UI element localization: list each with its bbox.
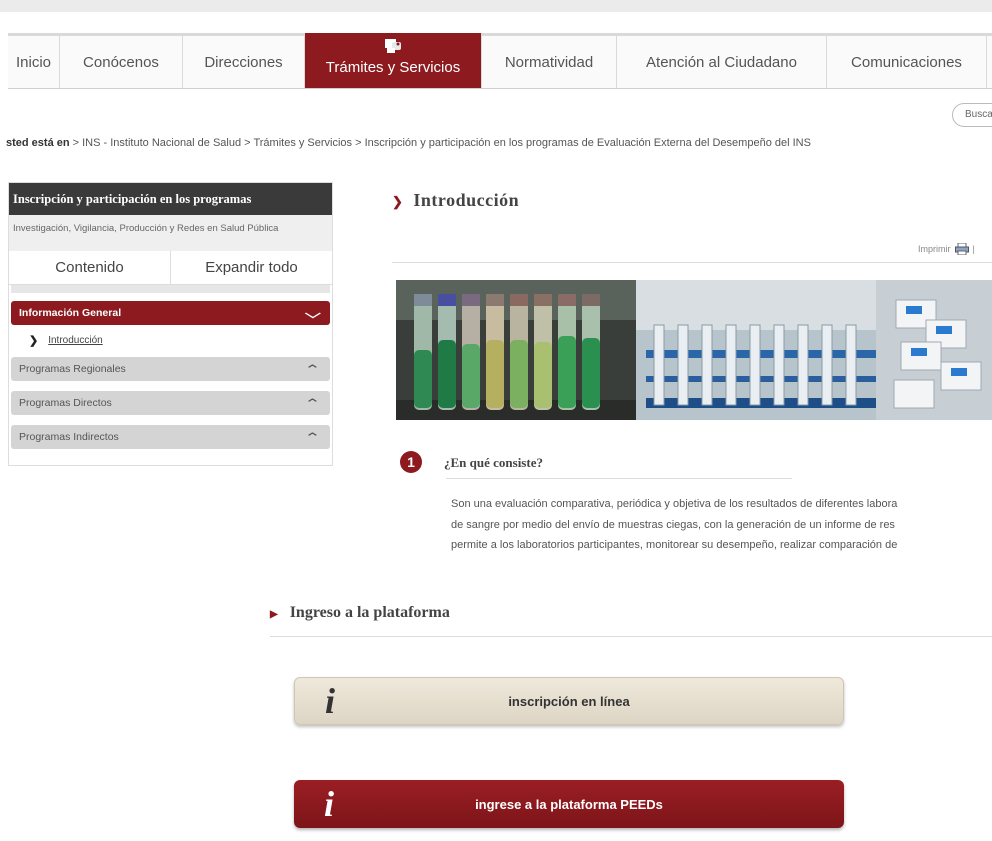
- section-question-title: ¿En qué consiste?: [444, 455, 543, 470]
- sidebar-subtitle: Investigación, Vigilancia, Producción y …: [9, 215, 332, 251]
- paragraph-line: de sangre por medio del envío de muestra…: [451, 518, 895, 531]
- chevron-up-icon: ⌃: [303, 361, 322, 377]
- paragraph-line: Son una evaluación comparativa, periódic…: [451, 498, 898, 510]
- nav-direcciones[interactable]: Direcciones: [183, 36, 305, 88]
- ingrese-plataforma-peeds-button[interactable]: i ingrese a la plataforma PEEDs: [294, 780, 844, 828]
- search-button[interactable]: Busca: [952, 103, 992, 127]
- description-paragraph: Son una evaluación comparativa, periódic…: [451, 494, 992, 586]
- sidebar-divider: [11, 285, 330, 293]
- title-divider: [392, 262, 992, 263]
- print-link[interactable]: Imprimir |: [918, 243, 975, 255]
- breadcrumb-lead: sted está en: [6, 137, 70, 149]
- arrow-right-icon: ❯: [29, 334, 39, 347]
- nav-normatividad[interactable]: Normatividad: [482, 36, 617, 88]
- nav-comunicaciones[interactable]: Comunicaciones: [827, 36, 987, 88]
- nav-tramites-label: Trámites y Servicios: [325, 59, 461, 76]
- info-icon: i: [324, 681, 335, 721]
- page-title: ❯ Introducción: [392, 190, 519, 211]
- step-number-badge: 1: [400, 451, 422, 473]
- accordion-label: Programas Regionales: [19, 363, 126, 375]
- accordion-label: Programas Indirectos: [19, 431, 119, 443]
- page-title-text: Introducción: [413, 190, 520, 210]
- accordion-programas-regionales[interactable]: Programas Regionales ⌃: [11, 357, 330, 381]
- ingrese-button-label: ingrese a la plataforma PEEDs: [475, 796, 663, 812]
- inscripcion-button-label: inscripción en línea: [508, 693, 630, 709]
- inscripcion-en-linea-button[interactable]: i inscripción en línea: [294, 677, 844, 725]
- nav-inicio[interactable]: Inicio: [8, 36, 60, 88]
- accordion-programas-directos[interactable]: Programas Directos ⌃: [11, 391, 330, 415]
- accordion-informacion-general[interactable]: Información General ⌵: [11, 301, 330, 325]
- chevron-down-icon: ⌵: [305, 305, 321, 321]
- accordion-label: Programas Directos: [19, 397, 112, 409]
- hand-card-icon: [385, 39, 401, 53]
- breadcrumb-path[interactable]: > INS - Instituto Nacional de Salud > Tr…: [70, 137, 811, 149]
- accordion-label: Información General: [19, 307, 122, 319]
- sidebar-title: Inscripción y participación en los progr…: [9, 183, 332, 215]
- chevron-up-icon: ⌃: [303, 429, 322, 445]
- ingreso-title-text: Ingreso a la plataforma: [289, 604, 450, 621]
- breadcrumb: sted está en > INS - Instituto Nacional …: [6, 137, 811, 149]
- accordion-programas-indirectos[interactable]: Programas Indirectos ⌃: [11, 425, 330, 449]
- chevron-up-icon: ⌃: [303, 395, 322, 411]
- sidebar: Inscripción y participación en los progr…: [8, 182, 333, 466]
- title-marker-icon: ❯: [392, 194, 404, 209]
- ingreso-divider: [270, 636, 992, 637]
- sidebar-tabs: Contenido Expandir todo: [9, 251, 332, 285]
- paragraph-line: permite a los laboratorios participantes…: [451, 539, 898, 551]
- browser-top-strip: [0, 0, 992, 12]
- tab-contenido[interactable]: Contenido: [9, 251, 170, 284]
- hero-banner-image: [396, 280, 992, 420]
- info-icon: i: [323, 784, 334, 824]
- ingreso-section-title: ▶ Ingreso a la plataforma: [270, 604, 450, 622]
- print-label: Imprimir: [918, 244, 951, 254]
- tab-expandir-todo[interactable]: Expandir todo: [170, 251, 332, 284]
- main-navigation: Inicio Conócenos Direcciones Trámites y …: [8, 33, 992, 89]
- title-marker-icon: ▶: [270, 609, 278, 620]
- sidebar-link-introduccion[interactable]: ❯ Introducción: [9, 325, 332, 355]
- printer-icon: [954, 243, 969, 255]
- question-divider: [446, 478, 792, 479]
- nav-atencion-al-ciudadano[interactable]: Atención al Ciudadano: [617, 36, 827, 88]
- nav-conocenos[interactable]: Conócenos: [60, 36, 183, 88]
- print-separator: |: [972, 244, 975, 254]
- introduccion-link[interactable]: Introducción: [48, 335, 102, 346]
- nav-tramites-y-servicios[interactable]: Trámites y Servicios: [305, 33, 482, 88]
